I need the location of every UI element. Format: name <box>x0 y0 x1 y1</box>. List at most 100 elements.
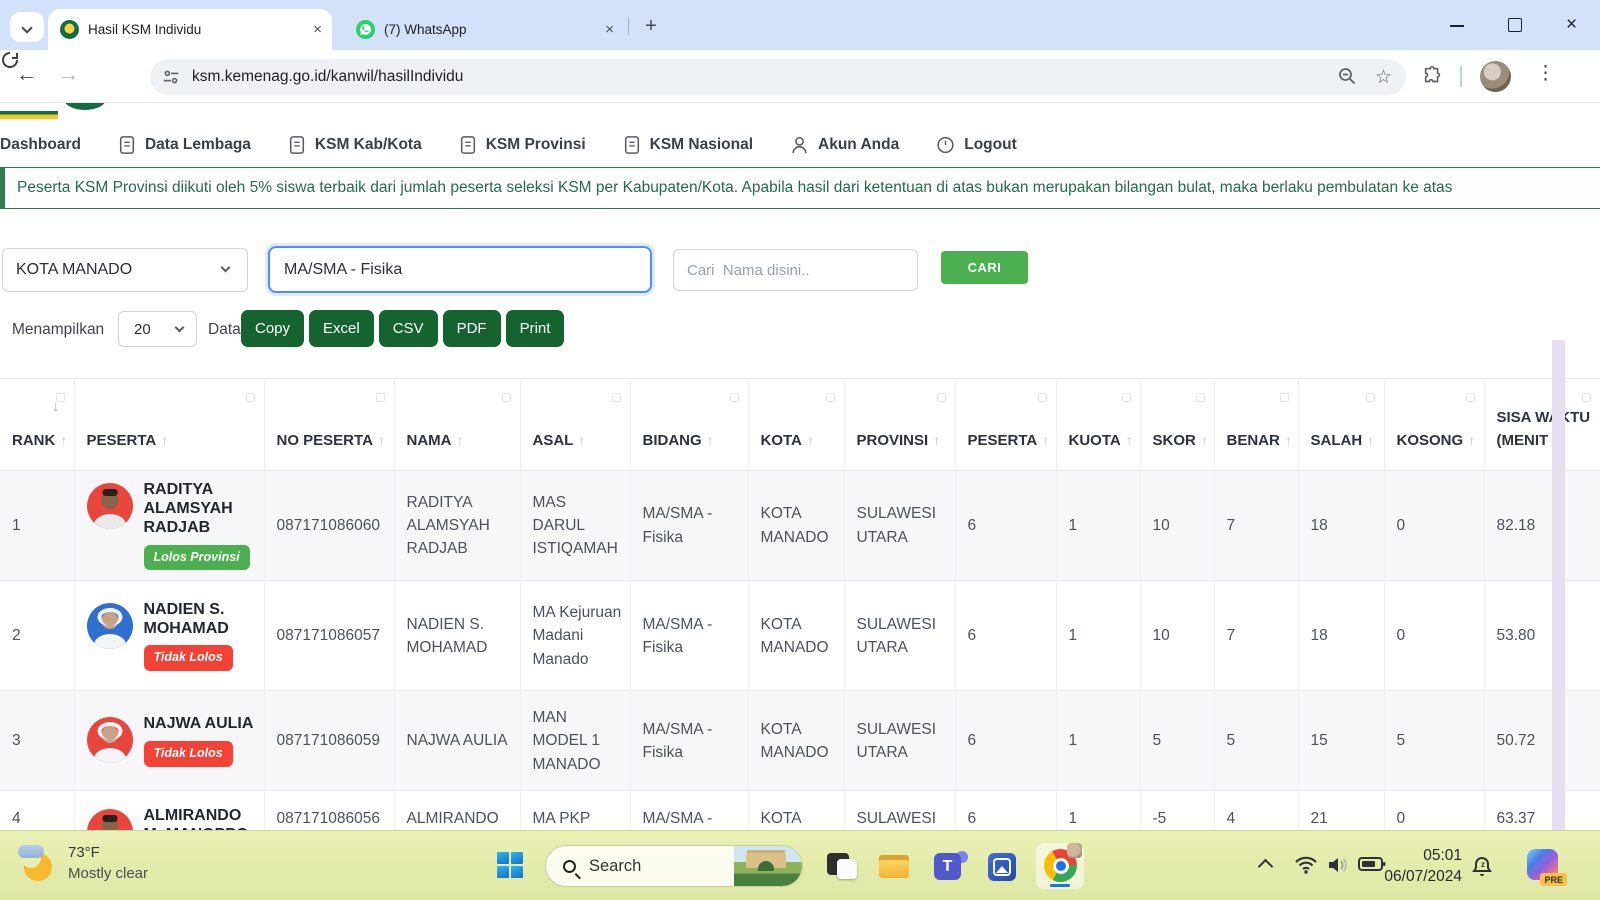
cari-button[interactable]: CARI <box>941 251 1028 284</box>
column-header-peserta[interactable]: PESERTA↑ <box>955 379 1056 471</box>
page-scrollbar[interactable] <box>1552 340 1565 830</box>
nav-item-dashboard[interactable]: Dashboard <box>0 136 81 154</box>
cell-benar: 7 <box>1214 581 1298 691</box>
logo-fragment <box>64 103 106 110</box>
page-size-select[interactable]: 20 <box>118 311 197 347</box>
url-text[interactable]: ksm.kemenag.go.id/kanwil/hasilIndividu <box>192 68 1319 86</box>
forward-button[interactable]: → <box>58 63 79 87</box>
browser-menu-icon[interactable]: ⋮ <box>1536 62 1555 85</box>
filter-icon[interactable] <box>1196 393 1205 402</box>
filter-icon[interactable] <box>937 393 946 402</box>
filter-icon[interactable] <box>730 393 739 402</box>
filter-icon[interactable] <box>502 393 511 402</box>
filter-icon[interactable] <box>1122 393 1131 402</box>
column-header-peserta[interactable]: PESERTA↑ <box>74 379 264 471</box>
region-select[interactable]: KOTA MANADO <box>2 248 248 292</box>
notification-bell-icon[interactable]: z <box>1470 855 1494 882</box>
maximize-button[interactable] <box>1486 0 1543 50</box>
subject-input[interactable] <box>268 246 652 293</box>
extensions-icon[interactable] <box>1422 65 1444 90</box>
column-label: PROVINSI <box>857 432 929 449</box>
filter-icon[interactable] <box>1038 393 1047 402</box>
photos-button[interactable] <box>984 847 1022 885</box>
clock[interactable]: 05:01 06/07/2024 <box>1384 845 1462 887</box>
tab-search-button[interactable] <box>10 12 44 42</box>
taskbar-search[interactable]: Search <box>545 845 803 887</box>
close-tab-icon[interactable]: × <box>605 22 614 37</box>
battery-icon[interactable] <box>1358 855 1386 876</box>
teams-button[interactable]: T <box>930 847 968 885</box>
volume-icon[interactable] <box>1326 855 1350 878</box>
column-header-kota[interactable]: KOTA↑ <box>748 379 844 471</box>
chevron-down-icon <box>221 263 231 273</box>
cell-sisa-waktu: 82.18 <box>1484 471 1600 581</box>
participant-name: NAJWA AULIA <box>144 715 254 734</box>
back-button[interactable]: ← <box>16 63 37 87</box>
table-row[interactable]: 3 NAJWA AULIA Tidak Lolos 087171086059 N… <box>0 691 1600 791</box>
table-row[interactable]: 1 RADITYA ALAMSYAH RADJAB Lolos Provinsi… <box>0 471 1600 581</box>
table-body: 1 RADITYA ALAMSYAH RADJAB Lolos Provinsi… <box>0 471 1600 831</box>
filter-icon[interactable] <box>1466 393 1475 402</box>
export-pdf-button[interactable]: PDF <box>443 310 501 347</box>
column-header-skor[interactable]: SKOR↑ <box>1140 379 1214 471</box>
column-label: BENAR <box>1227 432 1280 449</box>
column-header-provinsi[interactable]: PROVINSI↑ <box>844 379 955 471</box>
sort-asc-icon: ↑ <box>578 432 585 448</box>
nav-item-ksm-kab-kota[interactable]: KSM Kab/Kota <box>288 135 422 155</box>
filter-icon[interactable] <box>246 393 255 402</box>
tab-whatsapp[interactable]: (7) WhatsApp × <box>344 9 624 50</box>
filter-icon[interactable] <box>376 393 385 402</box>
minimize-button[interactable] <box>1429 0 1486 50</box>
column-header-kosong[interactable]: KOSONG↑ <box>1384 379 1484 471</box>
export-csv-button[interactable]: CSV <box>379 310 438 347</box>
nav-item-data-lembaga[interactable]: Data Lembaga <box>118 135 251 155</box>
zoom-out-icon[interactable] <box>1337 66 1357 89</box>
column-header-no-peserta[interactable]: NO PESERTA↑ <box>264 379 394 471</box>
file-explorer-button[interactable] <box>876 847 914 885</box>
filter-icon[interactable] <box>1366 393 1375 402</box>
filter-icon[interactable] <box>1280 393 1289 402</box>
column-header-rank[interactable]: ↓RANK↑ <box>0 379 74 471</box>
chrome-button[interactable] <box>1036 843 1084 889</box>
column-header-benar[interactable]: BENAR↑ <box>1214 379 1298 471</box>
column-header-nama[interactable]: NAMA↑ <box>394 379 520 471</box>
column-header-bidang[interactable]: BIDANG↑ <box>630 379 748 471</box>
wifi-icon[interactable] <box>1294 855 1318 878</box>
filter-icon[interactable] <box>826 393 835 402</box>
cell-provinsi: SULAWESI UTARA <box>844 581 955 691</box>
bing-daily-image[interactable] <box>734 845 802 887</box>
export-print-button[interactable]: Print <box>506 310 565 347</box>
bookmark-star-icon[interactable]: ☆ <box>1375 66 1392 89</box>
tab-hasil-ksm[interactable]: Hasil KSM Individu × <box>48 9 332 50</box>
close-window-button[interactable]: × <box>1543 0 1600 50</box>
filter-icon[interactable] <box>612 393 621 402</box>
table-row[interactable]: 4 ALMIRANDO M. MANOPPO 087171086056 ALMI… <box>0 791 1600 830</box>
search-name-input[interactable] <box>673 249 918 291</box>
export-copy-button[interactable]: Copy <box>241 310 304 347</box>
nav-item-logout[interactable]: Logout <box>936 135 1017 155</box>
cell-provinsi: SULAWESI <box>844 791 955 830</box>
nav-item-ksm-nasional[interactable]: KSM Nasional <box>623 135 753 155</box>
site-settings-icon[interactable] <box>162 68 180 86</box>
cell-skor: 10 <box>1140 471 1214 581</box>
column-header-asal[interactable]: ASAL↑ <box>520 379 630 471</box>
new-tab-button[interactable]: + <box>638 13 664 39</box>
nav-item-ksm-provinsi[interactable]: KSM Provinsi <box>459 135 586 155</box>
nav-item-akun-anda[interactable]: Akun Anda <box>790 135 899 155</box>
start-button[interactable] <box>497 852 524 879</box>
tab-divider <box>628 17 629 35</box>
filter-icon[interactable] <box>1582 393 1591 402</box>
column-header-salah[interactable]: SALAH↑ <box>1298 379 1384 471</box>
url-bar[interactable]: ksm.kemenag.go.id/kanwil/hasilIndividu ☆ <box>150 59 1406 95</box>
participant-name: ALMIRANDO M. MANOPPO <box>144 807 256 830</box>
column-header-kuota[interactable]: KUOTA↑ <box>1056 379 1140 471</box>
table-row[interactable]: 2 NADIEN S. MOHAMAD Tidak Lolos 08717108… <box>0 581 1600 691</box>
tray-chevron-up-icon[interactable] <box>1258 859 1274 875</box>
copilot-button[interactable]: PRE <box>1527 849 1558 880</box>
profile-avatar[interactable] <box>1480 61 1511 92</box>
close-tab-icon[interactable]: × <box>313 22 322 37</box>
column-header-sisa-waktu-menit[interactable]: SISA WAKTU (MENIT <box>1484 379 1600 471</box>
task-view-button[interactable] <box>824 847 862 885</box>
export-excel-button[interactable]: Excel <box>309 310 374 347</box>
weather-widget[interactable]: 73°F Mostly clear <box>16 841 148 887</box>
